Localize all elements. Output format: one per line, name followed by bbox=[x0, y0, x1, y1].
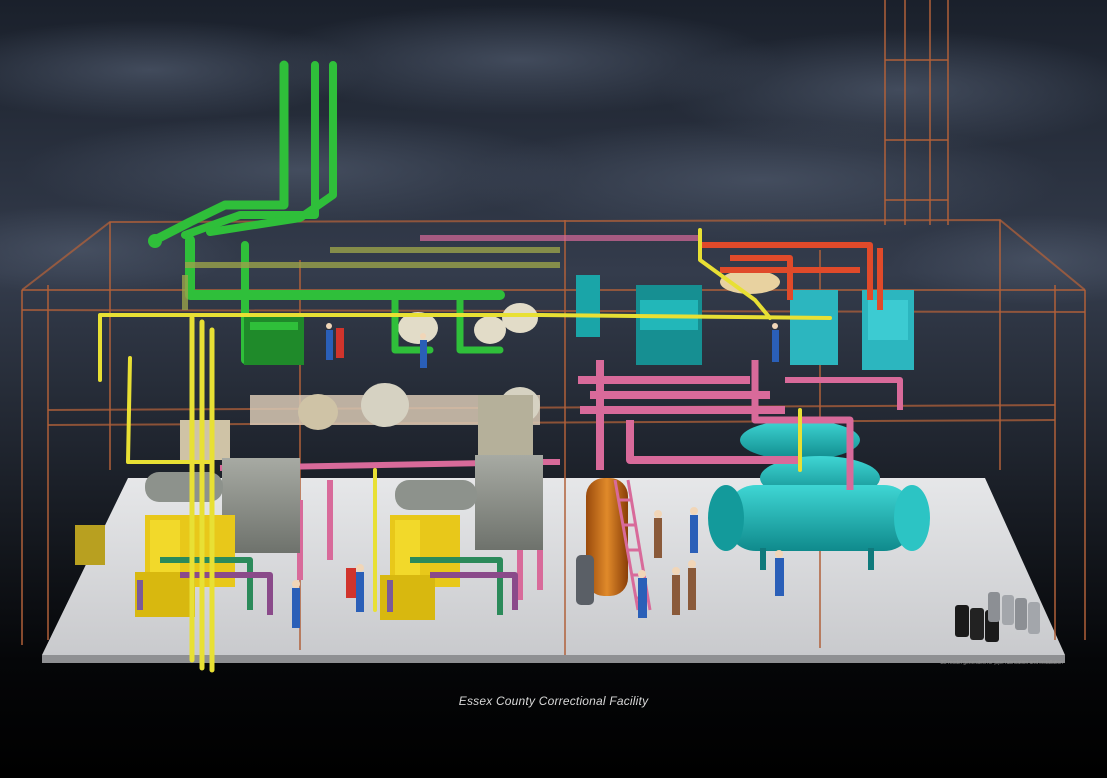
image-credit: 3D model generated for pipe fabrication … bbox=[940, 660, 1063, 666]
image-caption: Essex County Correctional Facility bbox=[458, 694, 649, 708]
green-equipment bbox=[244, 315, 304, 365]
